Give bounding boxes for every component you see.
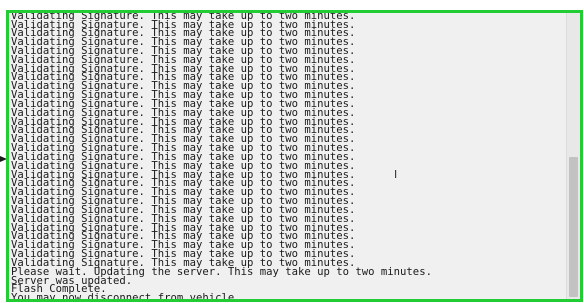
highlighted-log-window: Validating Signature. This may take up t… [6,10,583,302]
log-line: You may now disconnect from vehicle. [11,292,241,299]
vertical-scrollbar[interactable] [566,13,580,299]
scrollbar-thumb[interactable] [569,157,578,297]
log-lines: Validating Signature. This may take up t… [9,13,432,299]
screenshot: Validating Signature. This may take up t… [0,0,584,303]
i-beam-cursor-icon: I [394,168,398,181]
flash-log-output[interactable]: Validating Signature. This may take up t… [9,13,567,299]
